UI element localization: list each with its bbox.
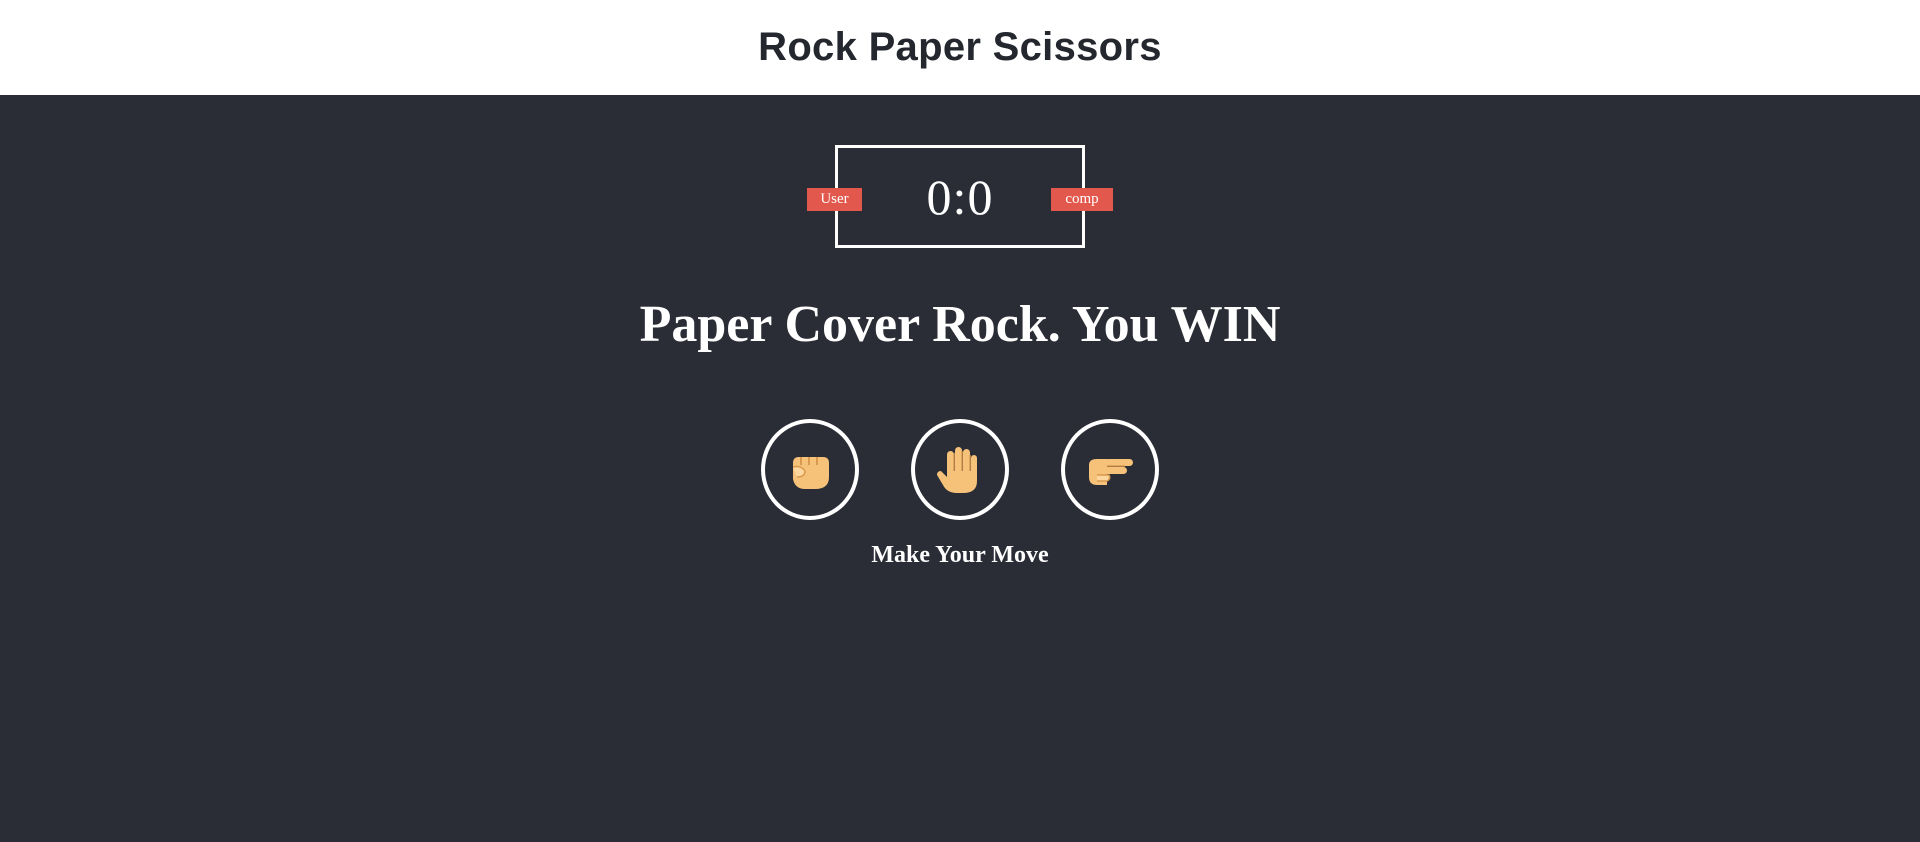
scissors-button[interactable] xyxy=(1061,419,1159,520)
page-title: Rock Paper Scissors xyxy=(758,25,1162,69)
pointing-hand-icon xyxy=(1089,458,1133,485)
score-display: 0:0 xyxy=(926,168,994,225)
app-header: Rock Paper Scissors xyxy=(0,0,1920,95)
user-label: User xyxy=(807,188,862,211)
rock-button[interactable] xyxy=(761,419,859,520)
paper-button[interactable] xyxy=(911,419,1009,520)
choices xyxy=(0,419,1920,520)
raised-hand-icon xyxy=(937,446,977,493)
scoreboard: User 0:0 comp xyxy=(807,145,1113,248)
action-message: Make Your Move xyxy=(871,542,1049,568)
fist-icon xyxy=(792,456,829,489)
result-message: Paper Cover Rock. You WIN xyxy=(639,296,1281,353)
comp-label: comp xyxy=(1051,188,1113,211)
